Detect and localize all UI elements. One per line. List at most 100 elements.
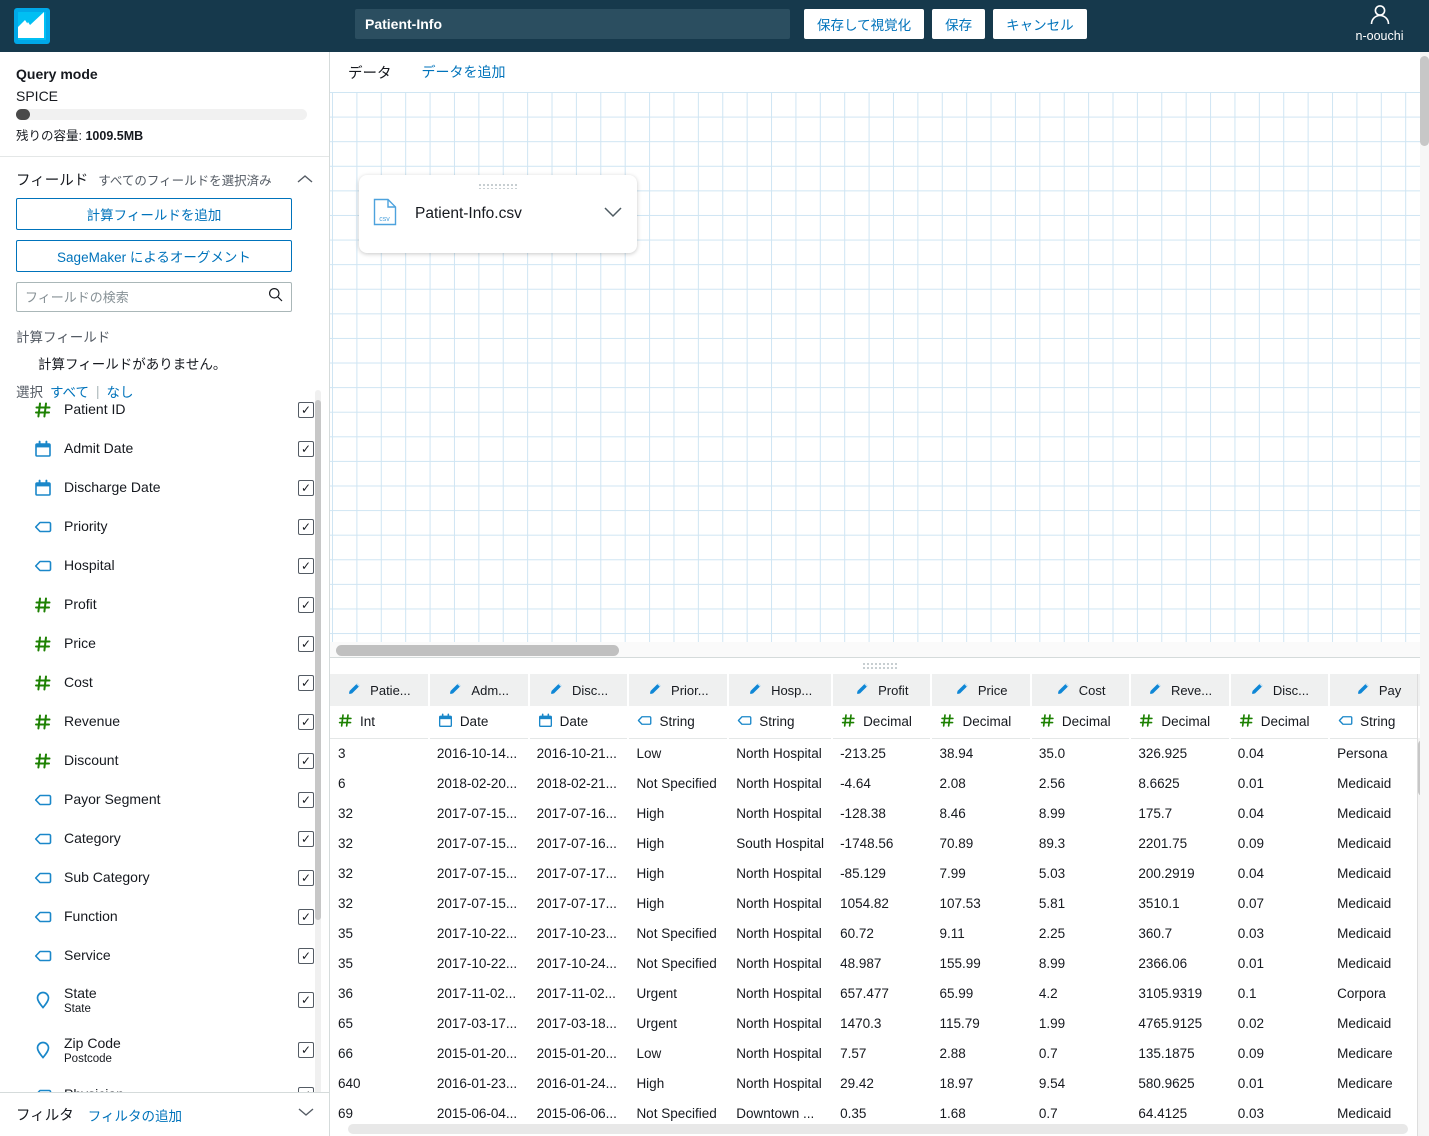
chevron-up-icon[interactable] [297,171,313,188]
column-header[interactable]: Disc... [528,674,630,706]
column-header[interactable]: Pay [1329,674,1429,706]
column-header[interactable]: Cost [1030,674,1132,706]
field-checkbox[interactable]: ✓ [298,674,314,691]
column-type-cell[interactable]: String [1329,706,1429,739]
data-preview-table-wrapper[interactable]: Patie... Adm... Disc... Prior... Hosp... Prof… [330,674,1429,1136]
save-and-visualize-button[interactable]: 保存して視覚化 [804,9,925,39]
field-row[interactable]: Priority ✓ [0,507,329,546]
column-type-cell[interactable]: Decimal [1229,706,1331,739]
edit-pencil-icon[interactable] [347,681,362,699]
field-search-input[interactable] [25,289,268,305]
field-checkbox[interactable]: ✓ [298,635,314,652]
field-name-label: Category [64,830,121,847]
column-type-cell[interactable]: String [728,706,834,739]
chevron-down-icon[interactable] [298,1106,314,1123]
field-row[interactable]: Patient ID ✓ [0,390,329,429]
column-header[interactable]: Profit [832,674,933,706]
edit-pencil-icon[interactable] [648,681,663,699]
page-vscroll-thumb[interactable] [1420,56,1429,146]
field-row[interactable]: Zip Code Postcode ✓ [0,1025,329,1075]
cancel-button[interactable]: キャンセル [993,9,1087,39]
column-type-cell[interactable]: Decimal [832,706,933,739]
field-checkbox[interactable]: ✓ [298,596,314,613]
field-row[interactable]: Cost ✓ [0,663,329,702]
field-checkbox[interactable]: ✓ [298,713,314,730]
canvas-hscroll-track[interactable] [330,642,1429,658]
field-row[interactable]: Function ✓ [0,897,329,936]
field-row[interactable]: Admit Date ✓ [0,429,329,468]
field-checkbox[interactable]: ✓ [298,518,314,535]
field-checkbox[interactable]: ✓ [298,1042,314,1058]
edit-pencil-icon[interactable] [1056,681,1071,699]
page-vscroll-track[interactable] [1420,52,1429,1136]
sagemaker-augment-button[interactable]: SageMaker によるオーグメント [16,240,292,272]
edit-pencil-icon[interactable] [448,681,463,699]
edit-pencil-icon[interactable] [955,681,970,699]
add-calculated-field-button[interactable]: 計算フィールドを追加 [16,198,292,230]
data-preview-table[interactable]: Patie... Adm... Disc... Prior... Hosp... Prof… [330,674,1429,1136]
edit-pencil-icon[interactable] [1250,681,1265,699]
field-checkbox[interactable]: ✓ [298,752,314,769]
field-checkbox[interactable]: ✓ [298,947,314,964]
column-header[interactable]: Price [931,674,1032,706]
field-row[interactable]: Category ✓ [0,819,329,858]
table-type-row: Int Date Date String String Decimal Decimal Dec… [330,706,1429,739]
field-checkbox[interactable]: ✓ [298,479,314,496]
field-row[interactable]: Price ✓ [0,624,329,663]
canvas-hscroll-thumb[interactable] [336,645,619,656]
column-header[interactable]: Adm... [428,674,530,706]
column-header[interactable]: Disc... [1229,674,1331,706]
panel-splitter[interactable] [330,658,1429,674]
edit-pencil-icon[interactable] [1148,681,1163,699]
column-type-cell[interactable]: Int [330,706,430,739]
field-row[interactable]: Revenue ✓ [0,702,329,741]
quicksight-logo-icon[interactable] [14,8,50,44]
field-checkbox[interactable]: ✓ [298,908,314,925]
field-checkbox[interactable]: ✓ [298,992,314,1008]
field-checkbox[interactable]: ✓ [298,869,314,886]
field-row[interactable]: Hospital ✓ [0,546,329,585]
field-row[interactable]: Sub Category ✓ [0,858,329,897]
field-checkbox[interactable]: ✓ [298,401,314,418]
column-header[interactable]: Reve... [1130,674,1231,706]
field-checkbox[interactable]: ✓ [298,791,314,808]
field-row[interactable]: Payor Segment ✓ [0,780,329,819]
node-drag-handle[interactable] [478,183,518,189]
column-type-cell[interactable]: Date [528,706,630,739]
column-header[interactable]: Prior... [628,674,730,706]
field-row[interactable]: Discharge Date ✓ [0,468,329,507]
column-type-cell[interactable]: Decimal [1130,706,1231,739]
field-row[interactable]: State State ✓ [0,975,329,1025]
tab-data[interactable]: データ [348,62,392,83]
add-filter-link[interactable]: フィルタの追加 [88,1105,182,1125]
field-list[interactable]: Patient ID ✓ Admit Date ✓ Discharge Date ✓ Pri… [0,390,329,1128]
field-row[interactable]: Service ✓ [0,936,329,975]
add-data-link[interactable]: データを追加 [422,62,506,82]
table-cell: 7.57 [840,1045,867,1061]
edit-pencil-icon[interactable] [748,681,763,699]
field-checkbox[interactable]: ✓ [298,830,314,847]
edit-pencil-icon[interactable] [1356,681,1371,699]
field-search-wrapper[interactable] [16,282,292,312]
field-row[interactable]: Profit ✓ [0,585,329,624]
column-header[interactable]: Hosp... [728,674,834,706]
node-chevron-down-icon[interactable] [603,205,623,223]
column-type-cell[interactable]: Decimal [1030,706,1132,739]
dataset-node[interactable]: csv Patient-Info.csv [359,175,637,253]
field-checkbox[interactable]: ✓ [298,557,314,574]
field-row[interactable]: Discount ✓ [0,741,329,780]
splitter-grip-icon[interactable] [861,662,898,670]
save-button[interactable]: 保存 [932,9,986,39]
data-prep-canvas[interactable]: csv Patient-Info.csv [330,92,1429,647]
column-type-cell[interactable]: Date [428,706,530,739]
dataset-title-input[interactable] [355,9,790,39]
column-header[interactable]: Patie... [330,674,430,706]
user-menu[interactable]: n-oouchi [1330,2,1429,43]
edit-pencil-icon[interactable] [855,681,870,699]
field-checkbox[interactable]: ✓ [298,440,314,457]
edit-pencil-icon[interactable] [549,681,564,699]
column-type-cell[interactable]: Decimal [931,706,1032,739]
column-type-cell[interactable]: String [628,706,730,739]
table-hscroll-thumb[interactable] [348,1124,1408,1134]
field-list-scroll-thumb[interactable] [315,400,321,920]
